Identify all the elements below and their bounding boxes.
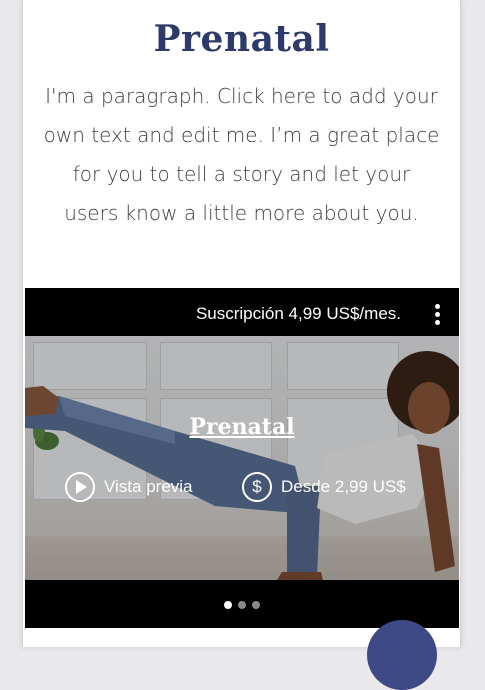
page-frame: Prenatal I'm a paragraph. Click here to …	[22, 0, 461, 647]
pagination-dot[interactable]	[224, 601, 232, 609]
intro-paragraph: I'm a paragraph. Click here to add your …	[43, 84, 440, 225]
subscription-label[interactable]: Suscripción 4,99 US$/mes.	[196, 304, 401, 324]
price-button[interactable]: $ Desde 2,99 US$	[242, 469, 406, 505]
chat-button[interactable]	[367, 620, 437, 690]
preview-label: Vista previa	[104, 477, 193, 496]
pagination-dot[interactable]	[238, 601, 246, 609]
player-header: Suscripción 4,99 US$/mes.	[25, 288, 459, 336]
dollar-icon: $	[242, 472, 272, 502]
preview-button[interactable]: Vista previa	[65, 469, 193, 505]
video-thumbnail[interactable]: Prenatal Vista previa $ Desde 2,99 US$	[25, 336, 459, 580]
video-title[interactable]: Prenatal	[25, 414, 459, 440]
pagination-dot[interactable]	[252, 601, 260, 609]
page-title: Prenatal	[153, 18, 330, 60]
pagination-dots	[25, 596, 459, 614]
price-label: Desde 2,99 US$	[281, 477, 406, 496]
thumbnail-overlay	[25, 336, 459, 580]
vertical-dots-icon[interactable]	[435, 304, 441, 326]
play-icon	[65, 472, 95, 502]
video-channel-player[interactable]: Suscripción 4,99 US$/mes. Prenatal Vista…	[25, 288, 459, 628]
